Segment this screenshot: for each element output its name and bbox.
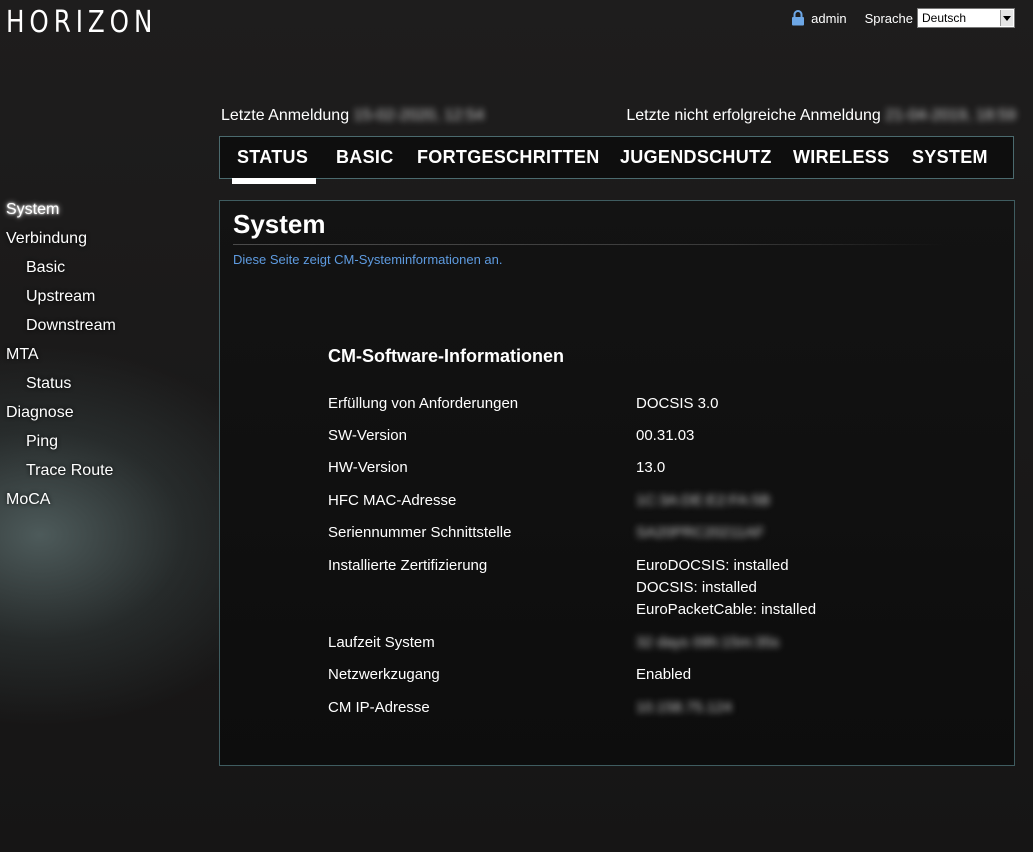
info-label: Erfüllung von Anforderungen bbox=[328, 395, 519, 412]
sidebar-item-downstream[interactable]: Downstream bbox=[26, 317, 116, 335]
info-value-redacted: 32 days 09h:15m:35s bbox=[636, 634, 780, 651]
username[interactable]: admin bbox=[811, 11, 846, 26]
certification-europacketcable: EuroPacketCable: installed bbox=[636, 601, 817, 618]
info-label: SW-Version bbox=[328, 427, 407, 444]
lock-icon bbox=[792, 10, 805, 26]
title-divider bbox=[233, 244, 943, 245]
last-failed-login: Letzte nicht erfolgreiche Anmeldung 21-0… bbox=[626, 107, 1016, 125]
info-value-redacted: 10.158.75.124 bbox=[636, 699, 732, 716]
info-label: Seriennummer Schnittstelle bbox=[328, 524, 512, 541]
tab-status[interactable]: STATUS bbox=[231, 147, 317, 184]
sidebar-item-mta-status[interactable]: Status bbox=[26, 375, 71, 393]
info-label: Netzwerkzugang bbox=[328, 666, 440, 683]
info-value: DOCSIS 3.0 bbox=[636, 395, 719, 412]
logo-text: HORIZON bbox=[6, 5, 158, 40]
sidebar-item-verbindung[interactable]: Verbindung bbox=[6, 230, 87, 248]
tab-system[interactable]: SYSTEM bbox=[912, 147, 988, 168]
info-value: Enabled bbox=[636, 666, 692, 683]
info-value-redacted: SA20PRC20211AF bbox=[636, 524, 765, 541]
last-failed-login-label: Letzte nicht erfolgreiche Anmeldung bbox=[626, 107, 881, 124]
language-select-value: Deutsch bbox=[922, 11, 967, 25]
info-value: 13.0 bbox=[636, 459, 666, 476]
info-label: HW-Version bbox=[328, 459, 408, 476]
sidebar-item-system[interactable]: System bbox=[6, 201, 59, 219]
sidebar-item-diagnose[interactable]: Diagnose bbox=[6, 404, 74, 422]
info-value-list: EuroDOCSIS: installed DOCSIS: installed … bbox=[636, 557, 816, 623]
certification-eurodocsis: EuroDOCSIS: installed bbox=[636, 557, 789, 574]
language-select[interactable]: Deutsch bbox=[917, 8, 1015, 28]
sidebar-item-moca[interactable]: MoCA bbox=[6, 491, 50, 509]
sidebar-item-basic[interactable]: Basic bbox=[26, 259, 65, 277]
last-login-label: Letzte Anmeldung bbox=[221, 107, 350, 124]
info-label: Laufzeit System bbox=[328, 634, 435, 651]
section-title: CM-Software-Informationen bbox=[328, 346, 564, 366]
sidebar-item-upstream[interactable]: Upstream bbox=[26, 288, 95, 306]
tab-jugendschutz[interactable]: JUGENDSCHUTZ bbox=[620, 147, 772, 168]
info-label: HFC MAC-Adresse bbox=[328, 492, 457, 509]
chevron-down-icon[interactable] bbox=[1000, 10, 1013, 26]
sidebar-item-ping[interactable]: Ping bbox=[26, 433, 58, 451]
page-title: System bbox=[233, 209, 326, 239]
sidebar-item-trace-route[interactable]: Trace Route bbox=[26, 462, 113, 480]
main-nav-tabs: STATUS BASIC FORTGESCHRITTEN JUGENDSCHUT… bbox=[219, 136, 1014, 184]
tab-fortgeschritten[interactable]: FORTGESCHRITTEN bbox=[417, 147, 600, 168]
tab-basic[interactable]: BASIC bbox=[336, 147, 394, 168]
last-login-value: 15-02-2020, 12:54 bbox=[353, 107, 485, 124]
info-value-redacted: 1C:3A:DE:E2:FA:5B bbox=[636, 492, 771, 509]
horizon-logo: HORIZON bbox=[6, 5, 190, 40]
last-login: Letzte Anmeldung 15-02-2020, 12:54 bbox=[221, 107, 484, 125]
page-description: Diese Seite zeigt CM-Systeminformationen… bbox=[233, 252, 503, 267]
info-label: Installierte Zertifizierung bbox=[328, 557, 488, 574]
info-label: CM IP-Adresse bbox=[328, 699, 430, 716]
tab-wireless[interactable]: WIRELESS bbox=[793, 147, 889, 168]
certification-docsis: DOCSIS: installed bbox=[636, 579, 757, 596]
info-value: 00.31.03 bbox=[636, 427, 695, 444]
top-bar: admin Sprache Deutsch bbox=[791, 8, 1015, 28]
last-failed-login-value: 21-04-2019, 18:59 bbox=[885, 107, 1016, 124]
language-label: Sprache bbox=[864, 10, 913, 26]
content-panel: System Diese Seite zeigt CM-Systeminform… bbox=[219, 200, 1015, 766]
sidebar-item-mta[interactable]: MTA bbox=[6, 346, 39, 364]
